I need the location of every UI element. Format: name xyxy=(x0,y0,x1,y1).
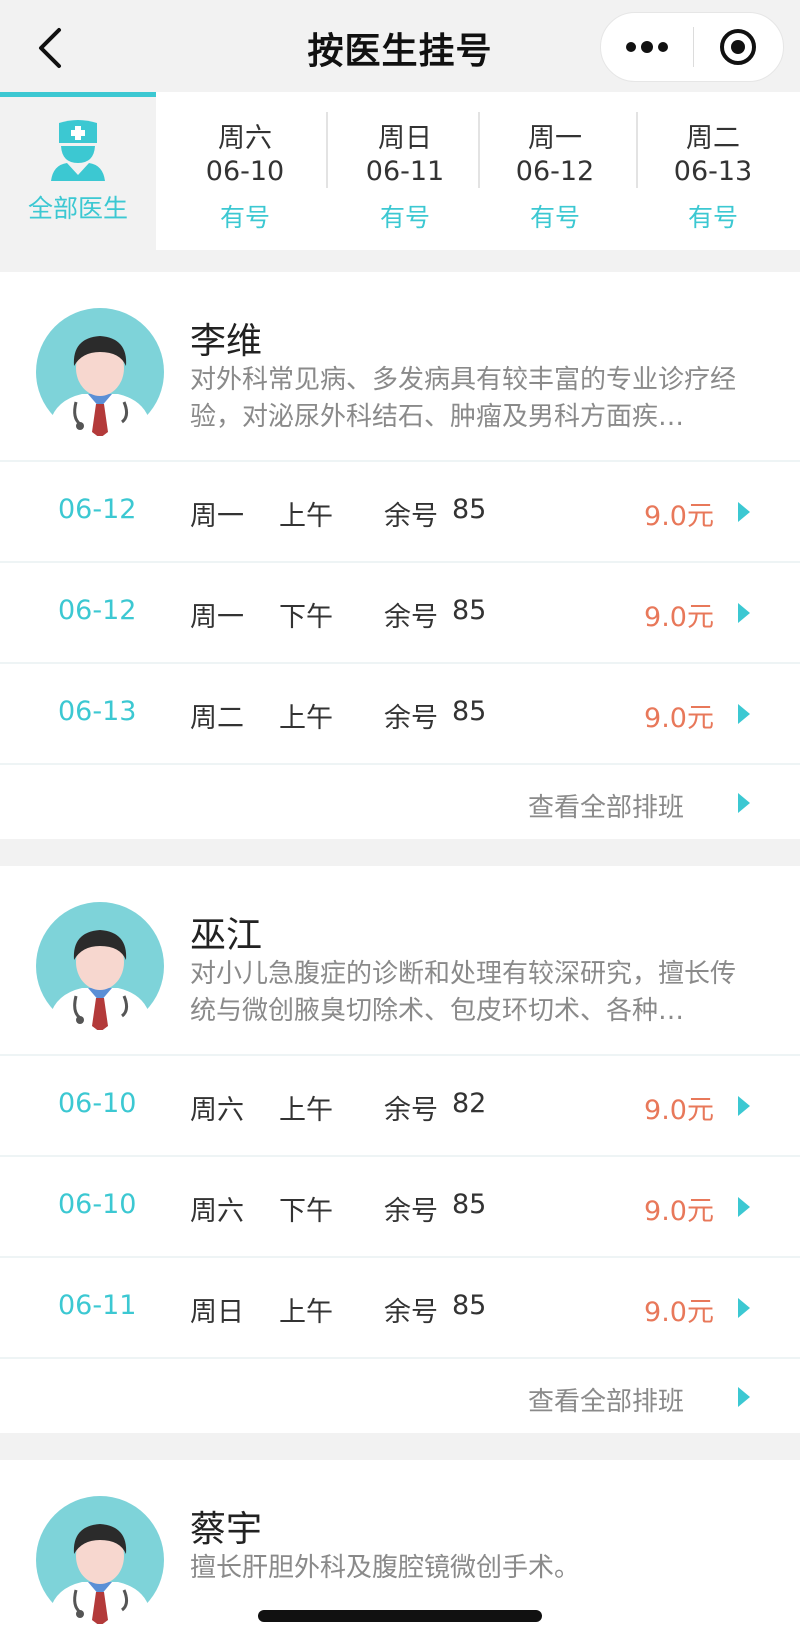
tab-date: 06-10 xyxy=(205,156,285,187)
schedule-row[interactable]: 06-12 周一 下午 余号 85 9.0元 xyxy=(0,563,800,664)
schedule-row[interactable]: 06-10 周六 下午 余号 85 9.0元 xyxy=(0,1157,800,1258)
tab-day-tue[interactable]: 周二 06-13 有号 xyxy=(638,92,788,250)
doctor-description: 擅长肝胆外科及腹腔镜微创手术。 xyxy=(190,1553,581,1583)
slot-remain-count: 85 xyxy=(452,595,487,626)
doctor-description: 对小儿急腹症的诊断和处理有较深研究，擅长传统与微创腋臭切除术、包皮环切术、各种… xyxy=(190,959,737,1026)
tab-weekday: 周六 xyxy=(218,123,272,154)
slot-price: 9.0元 xyxy=(644,703,714,734)
tab-all-doctors[interactable]: 全部医生 xyxy=(0,92,156,250)
doctor-name: 李维 xyxy=(190,321,263,362)
slot-weekday: 周六 xyxy=(190,1095,244,1126)
slot-remain-count: 85 xyxy=(452,1290,487,1321)
tab-date: 06-11 xyxy=(365,156,445,187)
doctor-description: 对外科常见病、多发病具有较丰富的专业诊疗经验，对泌尿外科结石、肿瘤及男科方面疾… xyxy=(190,365,737,432)
slot-price: 9.0元 xyxy=(644,1297,714,1328)
slot-date: 06-10 xyxy=(58,1088,137,1119)
slot-remain-label: 余号 xyxy=(384,501,438,532)
doctor-avatar-icon xyxy=(36,902,164,1030)
doctor-header[interactable]: 李维 对外科常见病、多发病具有较丰富的专业诊疗经验，对泌尿外科结石、肿瘤及男科方… xyxy=(0,272,800,462)
slot-date: 06-13 xyxy=(58,696,137,727)
schedule-row[interactable]: 06-13 周二 上午 余号 85 9.0元 xyxy=(0,664,800,765)
slot-period: 上午 xyxy=(279,501,333,532)
tab-weekday: 周一 xyxy=(528,123,582,154)
home-indicator xyxy=(258,1610,542,1622)
date-tab-bar: 全部医生 周六 06-10 有号 周日 06-11 有号 周一 06-12 有号… xyxy=(0,92,800,250)
slot-date: 06-10 xyxy=(58,1189,137,1220)
slot-remain-count: 85 xyxy=(452,1189,487,1220)
slot-weekday: 周二 xyxy=(190,703,244,734)
tab-day-sun[interactable]: 周日 06-11 有号 xyxy=(330,92,480,250)
slot-period: 上午 xyxy=(279,703,333,734)
doctor-card: 巫江 对小儿急腹症的诊断和处理有较深研究，擅长传统与微创腋臭切除术、包皮环切术、… xyxy=(0,866,800,1433)
slot-period: 上午 xyxy=(279,1095,333,1126)
caret-right-icon xyxy=(738,1298,750,1318)
doctor-header[interactable]: 巫江 对小儿急腹症的诊断和处理有较深研究，擅长传统与微创腋臭切除术、包皮环切术、… xyxy=(0,866,800,1056)
view-all-schedule-label: 查看全部排班 xyxy=(527,1387,684,1417)
close-miniprogram-button[interactable] xyxy=(694,12,784,82)
caret-right-icon xyxy=(738,1197,750,1217)
tab-availability: 有号 xyxy=(529,203,580,232)
slot-weekday: 周日 xyxy=(190,1297,244,1328)
slot-remain-label: 余号 xyxy=(384,1297,438,1328)
tab-weekday: 周二 xyxy=(686,123,740,154)
slot-remain-count: 82 xyxy=(452,1088,487,1119)
more-button[interactable] xyxy=(601,12,693,82)
doctor-card: 李维 对外科常见病、多发病具有较丰富的专业诊疗经验，对泌尿外科结石、肿瘤及男科方… xyxy=(0,272,800,839)
slot-remain-label: 余号 xyxy=(384,1095,438,1126)
tab-day-mon[interactable]: 周一 06-12 有号 xyxy=(480,92,630,250)
top-bar: 按医生挂号 xyxy=(0,0,800,96)
doctor-avatar-icon xyxy=(36,308,164,436)
caret-right-icon xyxy=(738,603,750,623)
view-all-schedule-label: 查看全部排班 xyxy=(527,793,684,823)
slot-period: 上午 xyxy=(279,1297,333,1328)
more-dots-icon xyxy=(625,41,668,53)
doctor-avatar-icon xyxy=(36,1496,164,1624)
tab-date: 06-12 xyxy=(515,156,595,187)
view-all-schedule-link[interactable]: 查看全部排班 xyxy=(0,1359,800,1433)
record-circle-icon xyxy=(720,29,757,65)
slot-date: 06-12 xyxy=(58,595,137,626)
tab-day-sat[interactable]: 周六 06-10 有号 xyxy=(160,92,330,250)
tab-availability: 有号 xyxy=(219,203,270,232)
schedule-row[interactable]: 06-10 周六 上午 余号 82 9.0元 xyxy=(0,1056,800,1157)
slot-period: 下午 xyxy=(279,602,333,633)
tab-weekday: 周日 xyxy=(378,123,432,154)
slot-price: 9.0元 xyxy=(644,1196,714,1227)
doctor-name: 巫江 xyxy=(190,915,263,956)
slot-remain-count: 85 xyxy=(452,696,487,727)
caret-right-icon xyxy=(738,793,750,813)
slot-period: 下午 xyxy=(279,1196,333,1227)
schedule-row[interactable]: 06-12 周一 上午 余号 85 9.0元 xyxy=(0,462,800,563)
caret-right-icon xyxy=(738,502,750,522)
caret-right-icon xyxy=(738,704,750,724)
slot-weekday: 周六 xyxy=(190,1196,244,1227)
slot-remain-count: 85 xyxy=(452,494,487,525)
caret-right-icon xyxy=(738,1387,750,1407)
slot-weekday: 周一 xyxy=(190,602,244,633)
tab-date: 06-13 xyxy=(673,156,753,187)
doctor-name: 蔡宇 xyxy=(190,1509,263,1550)
slot-date: 06-12 xyxy=(58,494,137,525)
tab-availability: 有号 xyxy=(379,203,430,232)
slot-weekday: 周一 xyxy=(190,501,244,532)
slot-remain-label: 余号 xyxy=(384,703,438,734)
slot-remain-label: 余号 xyxy=(384,1196,438,1227)
schedule-row[interactable]: 06-11 周日 上午 余号 85 9.0元 xyxy=(0,1258,800,1359)
view-all-schedule-link[interactable]: 查看全部排班 xyxy=(0,765,800,839)
doctor-icon xyxy=(51,120,105,181)
slot-remain-label: 余号 xyxy=(384,602,438,633)
tab-divider xyxy=(326,112,328,188)
slot-date: 06-11 xyxy=(58,1290,137,1321)
tab-all-doctors-label: 全部医生 xyxy=(27,194,128,223)
slot-price: 9.0元 xyxy=(644,602,714,633)
caret-right-icon xyxy=(738,1096,750,1116)
mini-program-capsule xyxy=(600,12,784,82)
tab-availability: 有号 xyxy=(687,203,738,232)
slot-price: 9.0元 xyxy=(644,501,714,532)
slot-price: 9.0元 xyxy=(644,1095,714,1126)
